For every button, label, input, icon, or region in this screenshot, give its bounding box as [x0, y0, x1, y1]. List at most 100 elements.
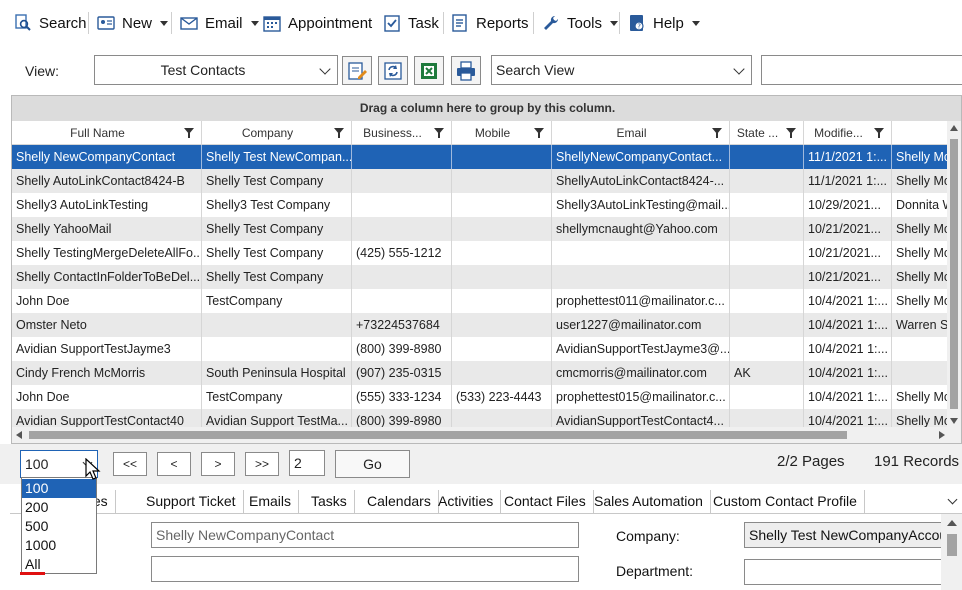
last-page-button[interactable]: >> [245, 452, 279, 476]
table-cell[interactable] [452, 193, 552, 217]
filter-icon[interactable] [786, 128, 796, 138]
table-cell[interactable]: Shelly McN [892, 217, 948, 241]
column-header-company[interactable]: Company [202, 121, 352, 145]
table-cell[interactable]: (555) 333-1234 [352, 385, 452, 409]
table-cell[interactable]: 10/21/2021... [804, 265, 892, 289]
table-cell[interactable]: (425) 555-1212 [352, 241, 452, 265]
table-cell[interactable] [352, 289, 452, 313]
table-cell[interactable]: 10/4/2021 1:... [804, 361, 892, 385]
table-cell[interactable] [730, 313, 804, 337]
scroll-thumb[interactable] [29, 431, 847, 439]
go-button[interactable]: Go [335, 450, 410, 478]
refresh-button[interactable] [378, 56, 408, 85]
table-cell[interactable]: (533) 223-4443 [452, 385, 552, 409]
table-cell[interactable] [452, 313, 552, 337]
table-row[interactable]: Cindy French McMorris South Peninsula Hos… [12, 361, 948, 385]
table-cell[interactable] [352, 193, 452, 217]
table-cell[interactable] [730, 265, 804, 289]
filter-icon[interactable] [334, 128, 344, 138]
table-cell[interactable]: +73224537684 [352, 313, 452, 337]
table-cell[interactable] [730, 193, 804, 217]
table-cell[interactable]: Shelly TestingMergeDeleteAllFo... [12, 241, 202, 265]
table-cell[interactable]: 10/4/2021 1:... [804, 289, 892, 313]
table-row[interactable]: Shelly3 AutoLinkTesting Shelly3 Test Comp… [12, 193, 948, 217]
table-cell[interactable]: Shelly McN [892, 169, 948, 193]
filter-icon[interactable] [184, 128, 194, 138]
column-header-state[interactable]: State ... [730, 121, 804, 145]
prev-page-button[interactable]: < [157, 452, 191, 476]
scroll-right-icon[interactable] [939, 431, 945, 439]
table-cell[interactable]: Shelly Test Company [202, 241, 352, 265]
table-cell[interactable]: 10/29/2021... [804, 193, 892, 217]
table-cell[interactable] [730, 289, 804, 313]
table-cell[interactable]: John Doe [12, 385, 202, 409]
chevron-down-icon[interactable] [250, 20, 259, 26]
appointment-button[interactable]: Appointment [263, 10, 372, 36]
table-cell[interactable]: 10/4/2021 1:... [804, 313, 892, 337]
horizontal-scrollbar[interactable] [12, 427, 961, 443]
table-cell[interactable]: South Peninsula Hospital [202, 361, 352, 385]
table-cell[interactable] [730, 145, 804, 169]
vertical-scrollbar[interactable] [947, 121, 961, 428]
table-cell[interactable]: Shelly Test Company [202, 217, 352, 241]
table-cell[interactable] [730, 337, 804, 361]
table-cell[interactable] [730, 385, 804, 409]
email-button[interactable]: Email [180, 10, 259, 36]
page-size-option[interactable]: 200 [22, 498, 96, 517]
table-cell[interactable] [730, 217, 804, 241]
page-size-option[interactable]: 500 [22, 517, 96, 536]
department-field[interactable] [744, 559, 944, 585]
table-cell[interactable]: 10/21/2021... [804, 241, 892, 265]
table-cell[interactable]: Donnita W [892, 193, 948, 217]
table-cell[interactable] [452, 337, 552, 361]
edit-view-button[interactable] [342, 56, 372, 85]
tools-button[interactable]: Tools [542, 10, 619, 36]
page-size-option[interactable]: 1000 [22, 536, 96, 555]
table-cell[interactable] [452, 145, 552, 169]
table-row[interactable]: Shelly NewCompanyContact Shelly Test NewC… [12, 145, 948, 169]
table-row[interactable]: John Doe TestCompany prophettest011@mailin… [12, 289, 948, 313]
table-cell[interactable]: AvidianSupportTestJayme3@... [552, 337, 730, 361]
new-button[interactable]: New [97, 10, 169, 36]
help-button[interactable]: ? Help [628, 10, 700, 36]
scroll-up-icon[interactable] [950, 125, 958, 131]
table-cell[interactable]: Shelly AutoLinkContact8424-B [12, 169, 202, 193]
table-cell[interactable] [352, 265, 452, 289]
full-name-field[interactable]: Shelly NewCompanyContact [151, 522, 579, 548]
table-cell[interactable]: ShellyNewCompanyContact... [552, 145, 730, 169]
table-cell[interactable] [352, 145, 452, 169]
table-row[interactable]: Shelly TestingMergeDeleteAllFo... Shelly … [12, 241, 948, 265]
tab-support-ticket[interactable]: Support Ticket [139, 490, 244, 514]
table-cell[interactable]: Shelly McN [892, 265, 948, 289]
table-cell[interactable]: Shelly3AutoLinkTesting@mail... [552, 193, 730, 217]
chevron-down-icon[interactable] [947, 494, 958, 505]
table-row[interactable]: Avidian SupportTestJayme3 (800) 399-8980 A… [12, 337, 948, 361]
chevron-down-icon[interactable] [160, 20, 169, 26]
filter-icon[interactable] [712, 128, 722, 138]
tab-emails[interactable]: Emails [242, 490, 300, 514]
table-row[interactable]: Shelly ContactInFolderToBeDel... Shelly T… [12, 265, 948, 289]
table-cell[interactable]: Shelly McN [892, 385, 948, 409]
filter-icon[interactable] [874, 128, 884, 138]
table-cell[interactable]: 10/21/2021... [804, 217, 892, 241]
table-cell[interactable] [552, 265, 730, 289]
table-cell[interactable]: John Doe [12, 289, 202, 313]
next-page-button[interactable]: > [201, 452, 235, 476]
table-cell[interactable] [452, 217, 552, 241]
table-cell[interactable]: (907) 235-0315 [352, 361, 452, 385]
group-by-area[interactable]: Drag a column here to group by this colu… [12, 96, 961, 121]
tab-custom-contact-profile[interactable]: Custom Contact Profile [706, 490, 865, 514]
column-header-business[interactable]: Business... [352, 121, 452, 145]
table-cell[interactable]: Shelly YahooMail [12, 217, 202, 241]
chevron-down-icon[interactable] [610, 20, 619, 26]
scroll-thumb[interactable] [950, 139, 958, 409]
table-cell[interactable]: TestCompany [202, 385, 352, 409]
table-cell[interactable]: Avidian SupportTestJayme3 [12, 337, 202, 361]
column-header-modified[interactable]: Modifie... [804, 121, 892, 145]
task-button[interactable]: Task [383, 10, 439, 36]
table-cell[interactable] [892, 361, 948, 385]
first-page-button[interactable]: << [113, 452, 147, 476]
table-cell[interactable] [202, 337, 352, 361]
secondary-field[interactable] [151, 556, 579, 582]
table-cell[interactable]: (800) 399-8980 [352, 337, 452, 361]
